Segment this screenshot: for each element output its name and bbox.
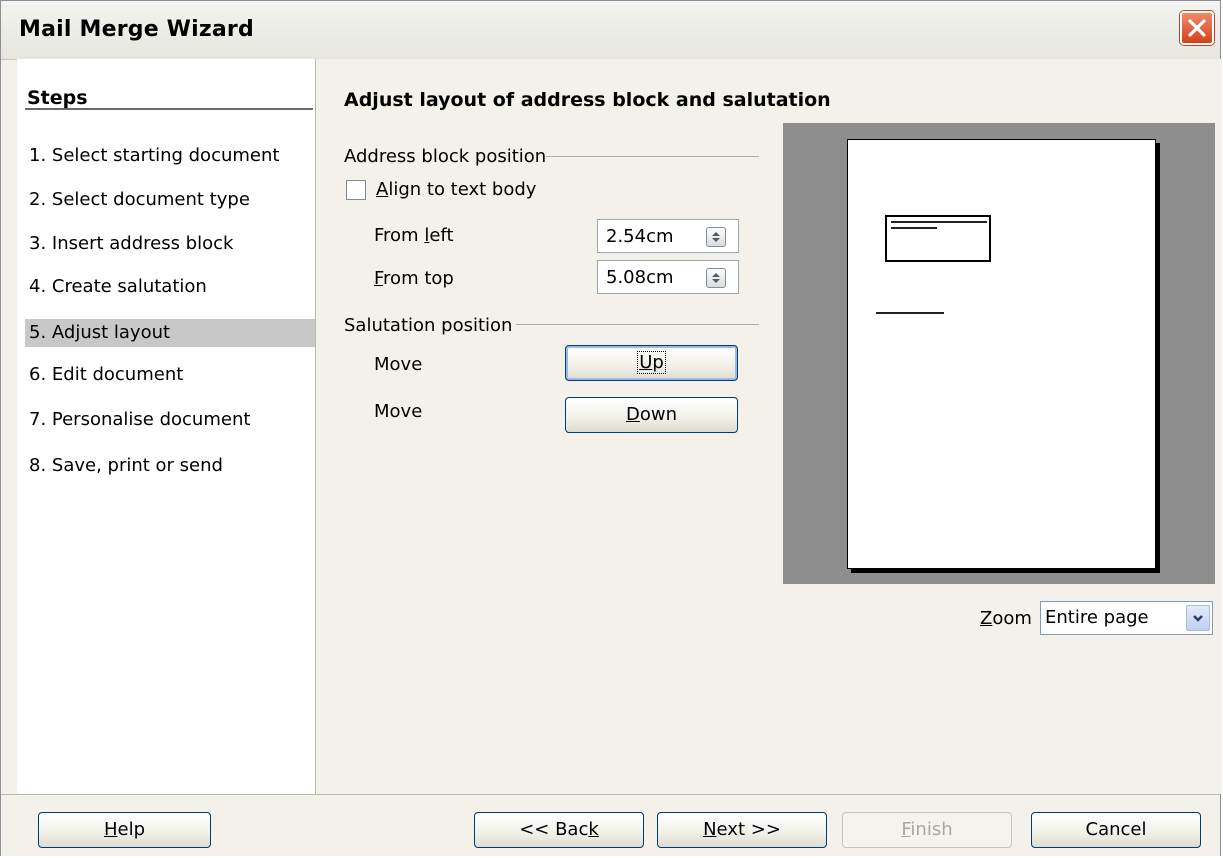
from-top-value[interactable]: 5.08cm (606, 267, 674, 288)
move-down-label: Move (374, 401, 423, 422)
step-insert-address-block[interactable]: 3. Insert address block (25, 230, 315, 258)
steps-divider (25, 108, 313, 110)
cancel-button[interactable]: Cancel (1031, 812, 1201, 848)
from-top-spinbox[interactable]: 5.08cm (597, 260, 739, 294)
finish-button: Finish (842, 812, 1012, 848)
zoom-select[interactable]: Entire page (1040, 601, 1213, 635)
next-button[interactable]: Next >> (657, 812, 827, 848)
from-top-label: From top (374, 268, 454, 289)
address-block-position-label: Address block position (344, 146, 547, 167)
from-left-spinbox[interactable]: 2.54cm (597, 219, 739, 253)
window-title: Mail Merge Wizard (19, 17, 254, 42)
align-to-text-body-label[interactable]: Align to text body (376, 179, 536, 200)
salutation-position-label: Salutation position (344, 315, 513, 336)
step-save-print-send[interactable]: 8. Save, print or send (25, 452, 315, 480)
step-select-starting-document[interactable]: 1. Select starting document (25, 142, 315, 170)
move-down-button[interactable]: Down (565, 397, 738, 433)
chevron-down-icon[interactable] (1186, 605, 1210, 631)
content-panel: Adjust layout of address block and salut… (316, 59, 1222, 794)
move-up-label: Move (374, 354, 423, 375)
page-heading: Adjust layout of address block and salut… (344, 89, 831, 111)
step-select-document-type[interactable]: 2. Select document type (25, 186, 315, 214)
close-icon (1188, 19, 1206, 37)
step-edit-document[interactable]: 6. Edit document (25, 361, 315, 389)
align-to-text-body-checkbox[interactable] (346, 180, 366, 200)
from-left-value[interactable]: 2.54cm (606, 226, 674, 247)
preview-page (847, 139, 1156, 569)
preview-salutation (876, 312, 944, 314)
move-up-button[interactable]: Up (565, 345, 738, 381)
steps-title: Steps (27, 87, 88, 109)
step-adjust-layout[interactable]: 5. Adjust layout (25, 319, 315, 347)
back-button[interactable]: << Back (474, 812, 644, 848)
step-create-salutation[interactable]: 4. Create salutation (25, 273, 315, 301)
zoom-value[interactable]: Entire page (1045, 607, 1149, 628)
address-block-divider (546, 156, 759, 157)
step-personalise-document[interactable]: 7. Personalise document (25, 406, 315, 434)
dialog-footer: Help << Back Next >> Finish Cancel (1, 794, 1220, 856)
from-left-label: From left (374, 225, 454, 246)
spin-arrows-icon[interactable] (706, 227, 726, 247)
title-bar: Mail Merge Wizard (1, 1, 1220, 60)
salutation-divider (516, 324, 759, 325)
steps-panel: Steps 1. Select starting document 2. Sel… (17, 59, 316, 794)
spin-arrows-icon[interactable] (706, 268, 726, 288)
preview-address-block (885, 215, 991, 262)
help-button[interactable]: Help (38, 812, 211, 848)
zoom-label: Zoom (980, 608, 1032, 629)
layout-preview (783, 123, 1215, 584)
mail-merge-wizard-dialog: Mail Merge Wizard Steps 1. Select starti… (0, 0, 1222, 856)
close-button[interactable] (1180, 11, 1214, 45)
